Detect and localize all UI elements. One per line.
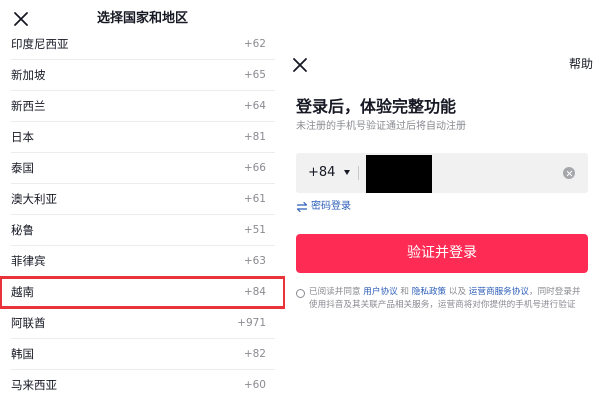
clear-icon[interactable] [563, 167, 575, 179]
country-row[interactable]: 泰国 +66 [0, 153, 285, 184]
country-row[interactable]: 越南 +84 [0, 276, 285, 309]
agreement-checkbox[interactable] [296, 289, 305, 298]
verify-button-label: 验证并登录 [407, 245, 477, 261]
country-row[interactable]: 新西兰 +64 [0, 91, 285, 122]
close-icon[interactable] [292, 57, 308, 73]
phone-input-field[interactable]: +84 [296, 153, 588, 193]
country-name: 越南 [11, 285, 34, 299]
country-name: 韩国 [11, 347, 34, 361]
country-dial-code: +81 [243, 131, 266, 143]
country-row[interactable]: 马来西亚 +60 [0, 370, 285, 400]
country-dial-code: +82 [243, 348, 266, 360]
swap-icon [296, 201, 308, 213]
country-name: 澳大利亚 [11, 192, 57, 206]
region-picker-title: 选择国家和地区 [96, 11, 188, 26]
country-row[interactable]: 日本 +81 [0, 122, 285, 153]
country-row[interactable]: 韩国 +82 [0, 339, 285, 370]
country-list: 印度尼西亚 +62 新加坡 +65 新西兰 +64 日本 +81 泰国 +66 澳大利亚 +61 秘鲁 +… [0, 29, 285, 400]
agreement-and: 和 [397, 287, 412, 297]
country-name: 新加坡 [11, 68, 46, 82]
agreement-and-2: 以及 [446, 287, 469, 297]
country-dial-code: +63 [243, 255, 266, 267]
agreement-suffix: ，同时登录并 [528, 287, 581, 297]
country-dial-code: +65 [243, 69, 266, 81]
country-dial-code: +64 [243, 100, 266, 112]
agreement-line-2: 使用抖音及其关联产品相关服务，运营商将对你提供的手机号进行验证 [309, 300, 576, 310]
country-name: 阿联酋 [11, 316, 46, 330]
agreement-line-1: 已阅读并同意 用户协议 和 隐私政策 以及 运营商服务协议，同时登录并 [309, 286, 595, 299]
login-subtitle: 未注册的手机号验证通过后将自动注册 [296, 121, 466, 132]
area-code-selector[interactable]: +84 [308, 153, 335, 193]
password-login-label: 密码登录 [311, 201, 351, 212]
country-dial-code: +51 [243, 224, 266, 236]
country-row[interactable]: 菲律宾 +63 [0, 246, 285, 277]
country-name: 菲律宾 [11, 254, 46, 268]
country-dial-code: +61 [243, 193, 266, 205]
verify-and-login-button[interactable]: 验证并登录 [296, 234, 588, 273]
redacted-phone-number [366, 155, 432, 193]
country-row[interactable]: 澳大利亚 +61 [0, 184, 285, 215]
country-dial-code: +62 [243, 38, 266, 50]
login-panel: 帮助 登录后，体验完整功能 未注册的手机号验证通过后将自动注册 +84 密码登录… [285, 0, 600, 400]
country-dial-code: +60 [243, 379, 266, 391]
country-row[interactable]: 阿联酋 +971 [0, 308, 285, 339]
country-dial-code: +84 [243, 286, 266, 298]
country-name: 印度尼西亚 [11, 37, 69, 51]
agreement-prefix: 已阅读并同意 [309, 287, 364, 297]
user-agreement-link[interactable]: 用户协议 [363, 287, 397, 297]
phone-input-divider [358, 166, 359, 180]
help-link[interactable]: 帮助 [569, 56, 593, 72]
country-row[interactable]: 秘鲁 +51 [0, 215, 285, 246]
carrier-agreement-link[interactable]: 运营商服务协议 [469, 287, 529, 297]
caret-down-icon[interactable] [344, 170, 350, 175]
country-dial-code: +971 [237, 317, 266, 329]
country-row[interactable]: 印度尼西亚 +62 [0, 29, 285, 60]
privacy-policy-link[interactable]: 隐私政策 [412, 287, 446, 297]
country-row[interactable]: 新加坡 +65 [0, 60, 285, 91]
login-title: 登录后，体验完整功能 [296, 97, 457, 116]
country-name: 马来西亚 [11, 378, 57, 392]
country-dial-code: +66 [243, 162, 266, 174]
country-name: 秘鲁 [11, 223, 34, 237]
region-picker-panel: 选择国家和地区 印度尼西亚 +62 新加坡 +65 新西兰 +64 日本 +81 泰国 +66 澳大… [0, 0, 285, 400]
country-name: 泰国 [11, 161, 34, 175]
agreement-text: 已阅读并同意 用户协议 和 隐私政策 以及 运营商服务协议，同时登录并 使用抖音… [309, 286, 595, 312]
country-name: 日本 [11, 130, 34, 144]
country-name: 新西兰 [11, 99, 46, 113]
